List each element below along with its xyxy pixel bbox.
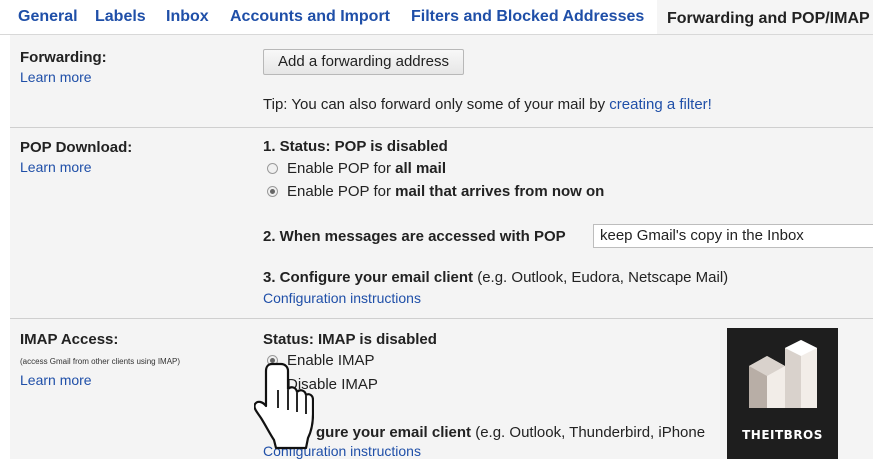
imap-status: Status: IMAP is disabled (263, 331, 437, 348)
pop-learn-more-link[interactable]: Learn more (20, 159, 92, 175)
pop-configuration-instructions-link[interactable]: Configuration instructions (263, 290, 421, 306)
pop-access-select[interactable]: keep Gmail's copy in the Inbox (593, 224, 873, 248)
settings-tabs: General Labels Inbox Accounts and Import… (0, 0, 873, 35)
pop-from-now-on-radio[interactable] (267, 186, 278, 197)
imap-configure-text: gure your email client (e.g. Outlook, Th… (316, 424, 705, 441)
forwarding-tip: Tip: You can also forward only some of y… (263, 96, 712, 113)
theitbros-logo: THEITBROS (727, 328, 838, 459)
imap-learn-more-link[interactable]: Learn more (20, 372, 92, 388)
pop-configure-text: 3. Configure your email client (e.g. Out… (263, 269, 728, 286)
pop-all-mail-label: Enable POP for all mail (287, 160, 446, 177)
pop-option-bold: all mail (395, 160, 446, 177)
pop-download-section (10, 128, 873, 318)
theitbros-logo-mark (749, 340, 817, 408)
pop-option-bold: mail that arrives from now on (395, 183, 605, 200)
pop-from-now-on-label: Enable POP for mail that arrives from no… (287, 183, 604, 200)
pop-option-prefix: Enable POP for (287, 160, 396, 177)
pop-configure-bold: 3. Configure your email client (263, 269, 474, 286)
forwarding-tip-text: Tip: You can also forward only some of y… (263, 96, 610, 113)
forwarding-learn-more-link[interactable]: Learn more (20, 69, 92, 85)
pop-all-mail-radio[interactable] (267, 163, 278, 174)
hand-pointer-icon (254, 362, 314, 450)
pop-status: 1. Status: POP is disabled (263, 138, 448, 155)
tab-filters-and-blocked-addresses[interactable]: Filters and Blocked Addresses (411, 8, 644, 26)
creating-a-filter-link[interactable]: creating a filter! (609, 96, 712, 113)
pop-access-label: 2. When messages are accessed with POP (263, 228, 566, 245)
tab-forwarding-and-pop-imap[interactable]: Forwarding and POP/IMAP (657, 0, 873, 34)
pop-download-title: POP Download: (20, 139, 133, 156)
tab-inbox[interactable]: Inbox (166, 8, 209, 26)
forwarding-title: Forwarding: (20, 49, 107, 66)
imap-configure-rest: (e.g. Outlook, Thunderbird, iPhone (471, 424, 706, 441)
tab-accounts-and-import[interactable]: Accounts and Import (230, 8, 390, 26)
tab-labels[interactable]: Labels (95, 8, 146, 26)
pop-configure-rest: (e.g. Outlook, Eudora, Netscape Mail) (473, 269, 729, 286)
imap-access-title: IMAP Access: (20, 331, 119, 348)
add-forwarding-address-button[interactable]: Add a forwarding address (263, 49, 464, 75)
imap-access-note: (access Gmail from other clients using I… (20, 357, 181, 366)
imap-configure-bold: gure your email client (316, 424, 472, 441)
theitbros-logo-text: THEITBROS (742, 428, 823, 442)
tab-general[interactable]: General (18, 8, 78, 26)
pop-option-prefix: Enable POP for (287, 183, 396, 200)
